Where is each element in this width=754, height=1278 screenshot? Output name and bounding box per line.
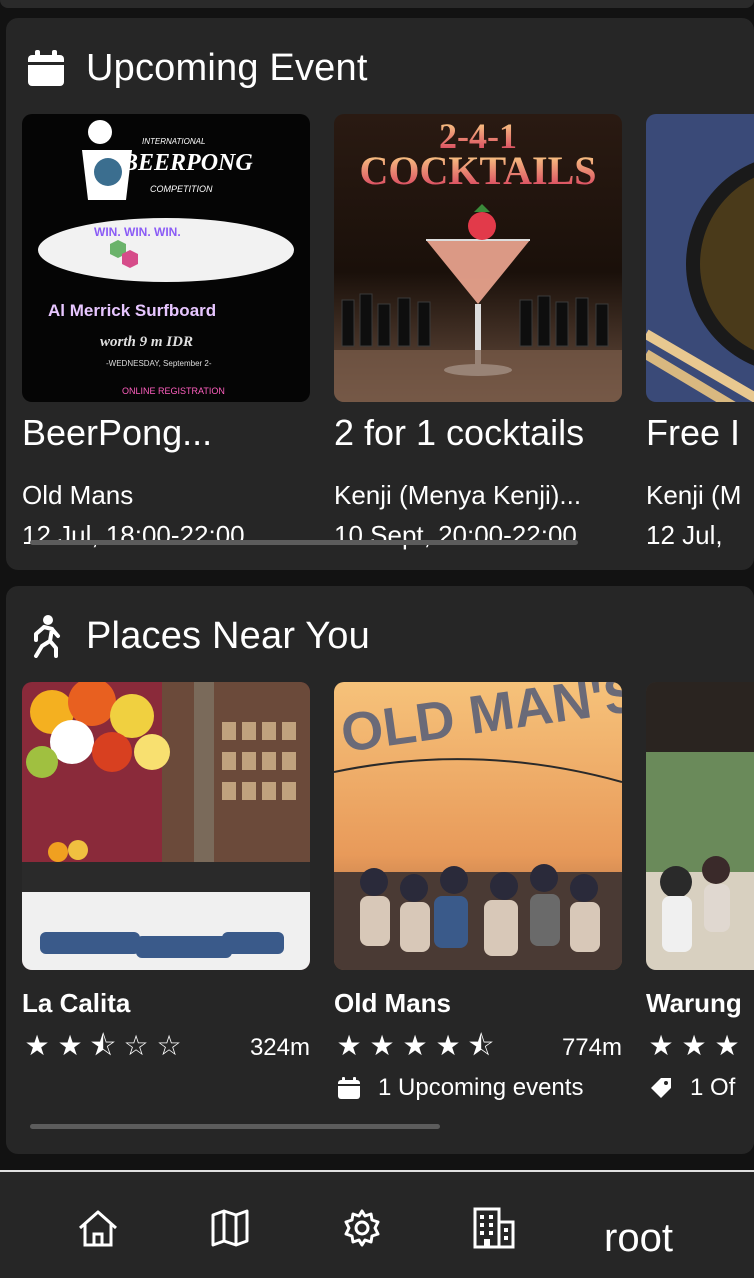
event-poster-free: [646, 114, 754, 402]
previous-card-edge: [0, 0, 754, 8]
event-time: 12 Jul, 18:00-22:00: [22, 520, 245, 550]
place-photo-old-mans: OLD MAN'S: [334, 682, 622, 970]
svg-text:COMPETITION: COMPETITION: [150, 184, 213, 194]
star-icon: ★: [681, 1030, 707, 1061]
svg-text:worth 9 m IDR: worth 9 m IDR: [100, 334, 193, 350]
places-near-you-card: Places Near You La Calita ★ ★ ⯪ ☆ ☆ 324m…: [6, 586, 754, 1154]
event-title: Free I: [646, 412, 741, 453]
star-icon: ★: [714, 1030, 740, 1061]
place-card-warung[interactable]: Warung ★ ★ ★ 1 Of: [646, 682, 754, 1101]
svg-text:INTERNATIONAL: INTERNATIONAL: [142, 137, 205, 146]
star-icon: ★: [402, 1030, 428, 1061]
star-icon: ★: [648, 1030, 674, 1061]
star-rating: ★ ★ ★ ★ ⯪: [334, 1030, 496, 1062]
star-icon: ☆: [123, 1030, 149, 1061]
svg-text:ONLINE REGISTRATION: ONLINE REGISTRATION: [122, 386, 225, 396]
star-icon: ⯪: [89, 1030, 117, 1061]
place-name: La Calita: [22, 988, 131, 1018]
building-icon[interactable]: [470, 1204, 518, 1252]
place-upcoming-events[interactable]: 1 Upcoming events: [336, 1074, 583, 1102]
star-icon: ☆: [156, 1030, 182, 1061]
star-icon: ★: [336, 1030, 362, 1061]
star-icon: ★: [369, 1030, 395, 1061]
places-title: Places Near You: [86, 614, 370, 657]
place-photo-warung: [646, 682, 754, 970]
event-card-free[interactable]: Free I Kenji (M 12 Jul,: [646, 114, 754, 550]
event-card-beerpong[interactable]: INTERNATIONAL BEERPONG COMPETITION WIN. …: [22, 114, 310, 550]
star-icon: ★: [57, 1030, 83, 1061]
event-venue: Old Mans: [22, 480, 134, 510]
upcoming-events-count: 1 Upcoming events: [378, 1074, 584, 1101]
place-name: Warung: [646, 988, 742, 1018]
offers-count: 1 Of: [690, 1074, 736, 1101]
star-rating: ★ ★ ★: [646, 1030, 742, 1062]
event-poster-beerpong: INTERNATIONAL BEERPONG COMPETITION WIN. …: [22, 114, 310, 402]
event-title: 2 for 1 cocktails: [334, 412, 585, 453]
root-label[interactable]: root: [604, 1216, 673, 1261]
upcoming-events-card: Upcoming Event INTERNATIONAL BEERPONG CO…: [6, 18, 754, 570]
place-distance: 324m: [249, 1034, 310, 1061]
event-time: 12 Jul,: [646, 520, 723, 550]
star-icon: ⯪: [467, 1030, 495, 1061]
events-carousel[interactable]: INTERNATIONAL BEERPONG COMPETITION WIN. …: [22, 114, 754, 554]
place-photo-la-calita: [22, 682, 310, 970]
place-offers[interactable]: 1 Of: [648, 1074, 735, 1102]
svg-text:BEERPONG: BEERPONG: [121, 150, 253, 176]
svg-text:Al Merrick Surfboard: Al Merrick Surfboard: [48, 301, 216, 320]
event-title: BeerPong...: [22, 412, 213, 453]
svg-text:COCKTAILS: COCKTAILS: [359, 148, 596, 193]
calendar-icon: [24, 46, 68, 90]
star-icon: ★: [24, 1030, 50, 1061]
places-header: Places Near You: [24, 614, 370, 658]
walking-person-icon: [24, 614, 68, 658]
map-icon[interactable]: [206, 1204, 254, 1252]
event-venue: Kenji (M: [646, 480, 742, 510]
place-name: Old Mans: [334, 988, 452, 1018]
upcoming-events-header: Upcoming Event: [24, 46, 368, 90]
upcoming-events-title: Upcoming Event: [86, 46, 368, 89]
tag-icon: [648, 1075, 674, 1101]
place-card-la-calita[interactable]: La Calita ★ ★ ⯪ ☆ ☆ 324m: [22, 682, 310, 1061]
event-card-cocktails[interactable]: 2-4-1 COCKTAILS 2 for 1 cocktails Kenji …: [334, 114, 622, 550]
bottom-navigation: root: [0, 1170, 754, 1278]
place-distance: 774m: [561, 1034, 622, 1061]
place-card-old-mans[interactable]: OLD MAN'S Old Mans ★ ★ ★ ★ ⯪ 774m 1 Upco…: [334, 682, 622, 1101]
event-time: 10 Sept, 20:00-22:00: [334, 520, 577, 550]
events-scrollbar[interactable]: [30, 540, 578, 545]
svg-text:-WEDNESDAY, September 2-: -WEDNESDAY, September 2-: [106, 359, 212, 368]
svg-text:WIN. WIN. WIN.: WIN. WIN. WIN.: [94, 225, 181, 239]
places-scrollbar[interactable]: [30, 1124, 440, 1129]
home-icon[interactable]: [74, 1204, 122, 1252]
star-rating: ★ ★ ⯪ ☆ ☆: [22, 1030, 184, 1062]
star-icon: ★: [435, 1030, 461, 1061]
event-poster-cocktails: 2-4-1 COCKTAILS: [334, 114, 622, 402]
event-venue: Kenji (Menya Kenji)...: [334, 480, 582, 510]
settings-icon[interactable]: [338, 1204, 386, 1252]
calendar-icon: [336, 1075, 362, 1101]
places-carousel[interactable]: La Calita ★ ★ ⯪ ☆ ☆ 324m OLD MAN'S Old M…: [22, 682, 754, 1142]
